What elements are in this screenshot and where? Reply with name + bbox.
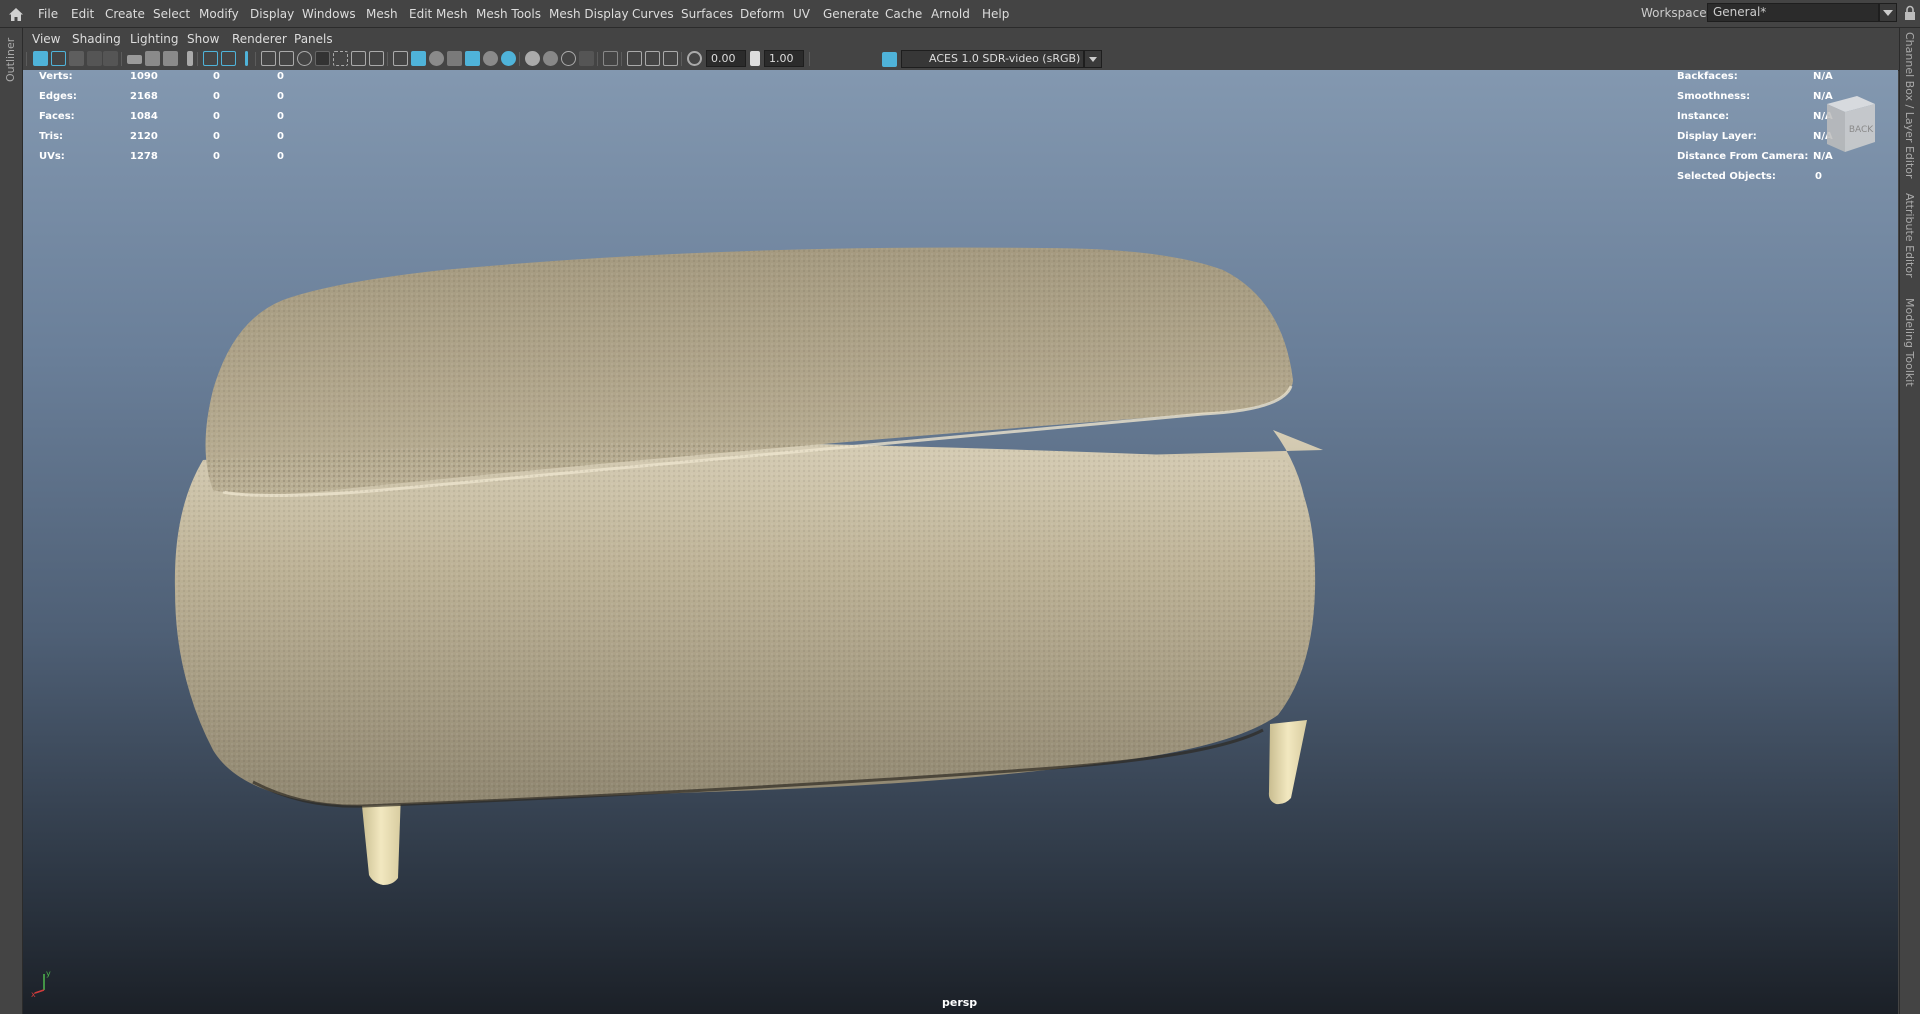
ottoman-fabric-texture xyxy=(174,442,1316,806)
tab-channel-box[interactable]: Channel Box / Layer Editor xyxy=(1903,32,1916,179)
screen-space-ao-icon[interactable] xyxy=(525,51,540,66)
xray-joints-icon[interactable] xyxy=(645,51,660,66)
panel-menu-panels[interactable]: Panels xyxy=(294,32,333,46)
safe-title-icon[interactable] xyxy=(369,51,384,66)
panel-toolbar: 0.00 1.00 ACES 1.0 SDR-video (sRGB) xyxy=(23,49,1899,71)
menu-deform[interactable]: Deform xyxy=(740,6,785,22)
menu-select[interactable]: Select xyxy=(153,6,190,22)
menu-surfaces[interactable]: Surfaces xyxy=(681,6,733,22)
menu-create[interactable]: Create xyxy=(105,6,145,22)
resolution-gate-icon[interactable] xyxy=(297,51,312,66)
axis-indicator: x y xyxy=(31,969,51,998)
shadows-icon[interactable] xyxy=(501,51,516,66)
menu-help[interactable]: Help xyxy=(982,6,1009,22)
menu-curves[interactable]: Curves xyxy=(632,6,674,22)
color-space-select[interactable]: ACES 1.0 SDR-video (sRGB) xyxy=(901,50,1084,68)
field-chart-icon[interactable] xyxy=(333,51,348,66)
menu-edit[interactable]: Edit xyxy=(71,6,94,22)
lock-icon[interactable] xyxy=(1903,5,1917,21)
panel-menu-view[interactable]: View xyxy=(32,32,60,46)
color-management-icon[interactable] xyxy=(882,52,897,67)
toolbar-separator xyxy=(809,52,810,66)
toolbar-separator xyxy=(387,52,388,66)
xray-icon[interactable] xyxy=(627,51,642,66)
film-gate-icon[interactable] xyxy=(279,51,294,66)
tab-outliner[interactable]: Outliner xyxy=(4,38,17,82)
toolbar-separator xyxy=(519,52,520,66)
default-material-icon[interactable] xyxy=(429,51,444,66)
panel-menu-renderer[interactable]: Renderer xyxy=(232,32,287,46)
toolbar-separator xyxy=(26,52,27,66)
chevron-down-icon[interactable] xyxy=(1879,3,1897,22)
exposure-field[interactable]: 0.00 xyxy=(706,50,746,67)
motion-blur-icon[interactable] xyxy=(543,51,558,66)
anti-aliasing-icon[interactable] xyxy=(561,51,576,66)
image-plane-icon[interactable] xyxy=(103,51,118,66)
panel-menu-shading[interactable]: Shading xyxy=(72,32,121,46)
toolbar-separator xyxy=(255,52,256,66)
menu-mesh-display[interactable]: Mesh Display xyxy=(549,6,629,22)
main-menu-bar: File Edit Create Select Modify Display W… xyxy=(0,0,1920,28)
menu-mesh-tools[interactable]: Mesh Tools xyxy=(476,6,541,22)
axis-y-label: y xyxy=(46,969,51,978)
select-camera-icon[interactable] xyxy=(33,51,48,66)
menu-file[interactable]: File xyxy=(38,6,58,22)
toolbar-separator xyxy=(621,52,622,66)
wireframe-icon[interactable] xyxy=(393,51,408,66)
camera-icon[interactable] xyxy=(127,55,142,64)
bookmark-icon[interactable] xyxy=(187,51,193,66)
ottoman-leg-right xyxy=(1268,720,1307,805)
bookmarks-icon[interactable] xyxy=(87,51,102,66)
camera-name-label: persp xyxy=(942,996,978,1009)
toolbar-separator xyxy=(197,52,198,66)
home-icon[interactable] xyxy=(6,4,26,24)
left-panel-strip: Outliner xyxy=(0,28,23,1014)
safe-action-icon[interactable] xyxy=(351,51,366,66)
menu-uv[interactable]: UV xyxy=(793,6,810,22)
panel-menu-show[interactable]: Show xyxy=(187,32,219,46)
axis-x-label: x xyxy=(31,990,36,998)
right-panel-strip: Channel Box / Layer Editor Attribute Edi… xyxy=(1899,28,1920,1014)
menu-modify[interactable]: Modify xyxy=(199,6,239,22)
chevron-down-icon[interactable] xyxy=(1084,50,1102,68)
tab-attribute-editor[interactable]: Attribute Editor xyxy=(1903,193,1916,278)
gate-mask-icon[interactable] xyxy=(315,51,330,66)
wireframe-on-shaded-icon[interactable] xyxy=(447,51,462,66)
pencil-icon[interactable] xyxy=(245,51,248,66)
pan-zoom-icon[interactable] xyxy=(203,51,218,66)
menu-mesh[interactable]: Mesh xyxy=(366,6,398,22)
menu-generate[interactable]: Generate xyxy=(823,6,879,22)
grease-pencil-icon[interactable] xyxy=(163,51,178,66)
tab-modeling-toolkit[interactable]: Modeling Toolkit xyxy=(1903,298,1916,387)
lights-icon[interactable] xyxy=(483,51,498,66)
menu-arnold[interactable]: Arnold xyxy=(931,6,970,22)
menu-cache[interactable]: Cache xyxy=(885,6,922,22)
gamma-icon[interactable] xyxy=(750,51,760,66)
depth-of-field-icon[interactable] xyxy=(579,51,594,66)
smooth-shade-icon[interactable] xyxy=(411,51,426,66)
2d-pan-zoom-icon[interactable] xyxy=(221,51,236,66)
viewport-persp[interactable]: Verts: 1090 0 0 Edges: 2168 0 0 Faces: 1… xyxy=(23,70,1898,1014)
menu-edit-mesh[interactable]: Edit Mesh xyxy=(409,6,468,22)
toolbar-separator xyxy=(681,52,682,66)
lock-camera-icon[interactable] xyxy=(51,51,66,66)
menu-windows[interactable]: Windows xyxy=(302,6,356,22)
toolbar-separator xyxy=(597,52,598,66)
panel-menu-bar: View Shading Lighting Show Renderer Pane… xyxy=(23,29,1899,49)
gamma-field[interactable]: 1.00 xyxy=(764,50,804,67)
workspace-select[interactable]: General* xyxy=(1707,3,1879,22)
isolate-select-icon[interactable] xyxy=(603,51,618,66)
exposure-icon[interactable] xyxy=(687,51,702,66)
workspace-label: Workspace: xyxy=(1641,6,1711,20)
ottoman-model[interactable] xyxy=(23,70,1898,1014)
camera-attributes-icon[interactable] xyxy=(69,51,84,66)
camera-2d-icon[interactable] xyxy=(145,51,160,66)
grid-icon[interactable] xyxy=(261,51,276,66)
backface-culling-icon[interactable] xyxy=(663,51,678,66)
menu-display[interactable]: Display xyxy=(250,6,294,22)
toolbar-separator xyxy=(121,52,122,66)
panel-menu-lighting[interactable]: Lighting xyxy=(130,32,179,46)
textured-icon[interactable] xyxy=(465,51,480,66)
